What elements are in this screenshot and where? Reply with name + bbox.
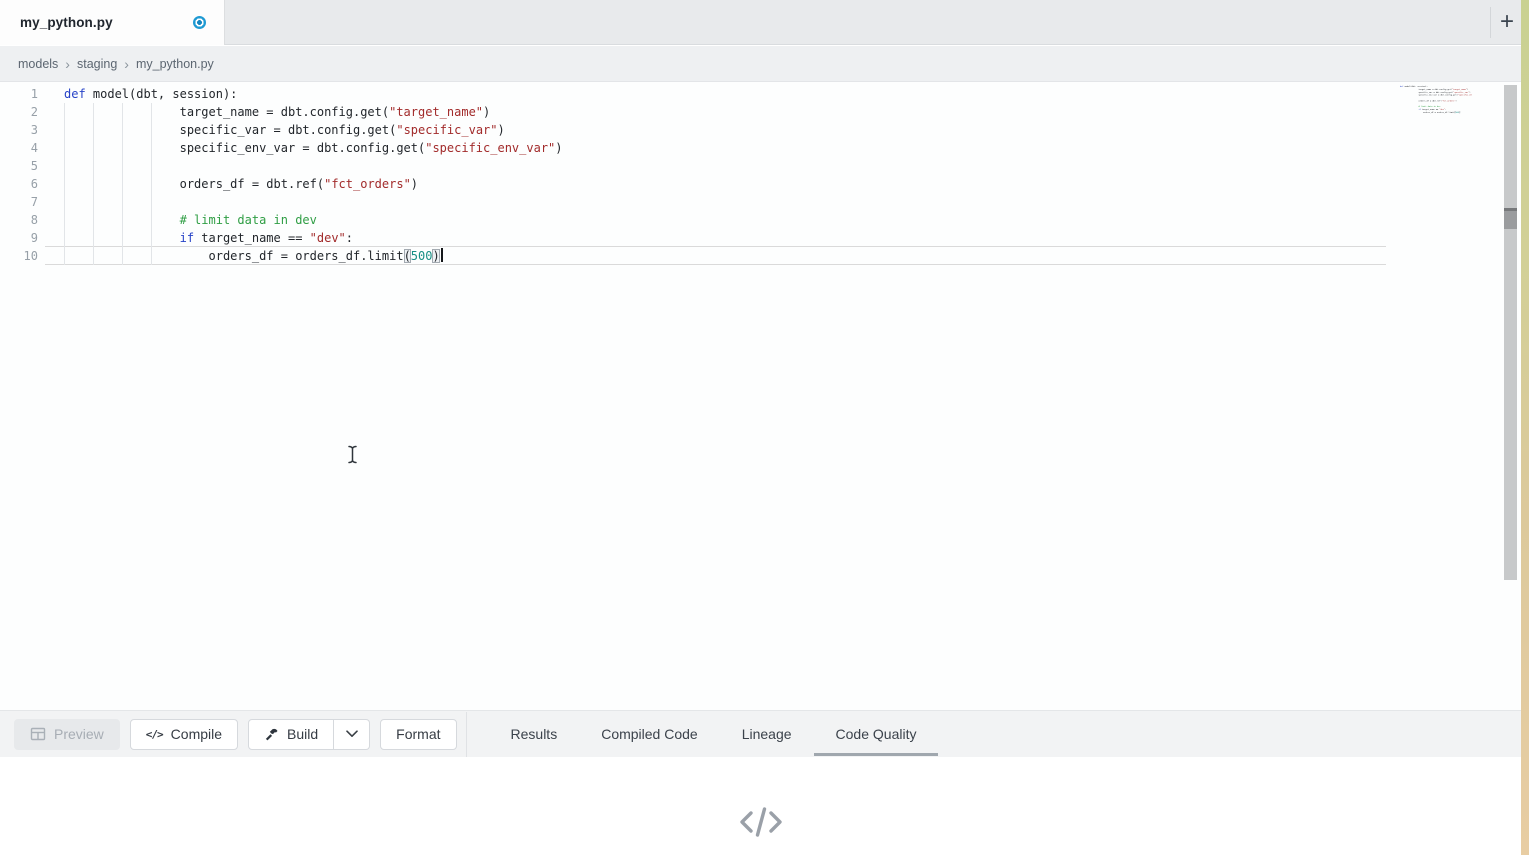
tab-results-label: Results [511, 726, 558, 742]
tab-my-python-py[interactable]: my_python.py [0, 0, 225, 45]
compile-button[interactable]: </> Compile [130, 719, 238, 750]
preview-button[interactable]: Preview [14, 719, 120, 750]
build-split-button: Build [248, 719, 370, 750]
breadcrumb: models › staging › my_python.py [0, 57, 214, 71]
code-line: orders_df = dbt.ref("fct_orders") [64, 175, 563, 193]
line-number: 1 [0, 85, 38, 103]
code-line: def model(dbt, session): [64, 85, 563, 103]
editor-scrollbar-thumb[interactable] [1504, 208, 1517, 229]
line-number: 2 [0, 103, 38, 121]
line-number: 3 [0, 121, 38, 139]
minimap-code: def model(dbt, session): target_name = d… [1400, 85, 1412, 114]
code-line: orders_df = orders_df.limit(500) [64, 247, 563, 265]
code-line: orders_df = orders_df.limit(500) [1400, 111, 1412, 114]
toolbar-divider [466, 712, 467, 757]
code-line: target_name = dbt.config.get("target_nam… [64, 103, 563, 121]
line-number-gutter: 12345678910 [0, 85, 38, 265]
unsaved-changes-dot-icon [193, 16, 206, 29]
code-editor[interactable]: 12345678910 def model(dbt, session): tar… [0, 82, 1521, 711]
code-slash-icon [738, 804, 784, 840]
tab-lineage[interactable]: Lineage [727, 711, 807, 757]
breadcrumb-models[interactable]: models [18, 57, 58, 71]
tab-results[interactable]: Results [496, 711, 573, 757]
code-line [64, 157, 563, 175]
code-line: if target_name == "dev": [64, 229, 563, 247]
format-button-label: Format [396, 726, 440, 742]
tab-lineage-label: Lineage [742, 726, 792, 742]
ide-screen: my_python.py + models › staging › my_pyt… [0, 0, 1529, 855]
line-number: 4 [0, 139, 38, 157]
line-number: 10 [0, 247, 38, 265]
build-button[interactable]: Build [248, 719, 334, 750]
tab-bar-divider [1490, 7, 1491, 38]
tab-compiled-code-label: Compiled Code [601, 726, 698, 742]
hammer-icon [264, 727, 279, 742]
code-brackets-icon: </> [146, 728, 163, 741]
code-line: specific_env_var = dbt.config.get("speci… [64, 139, 563, 157]
preview-button-label: Preview [54, 726, 104, 742]
results-panel [0, 757, 1521, 855]
chevron-down-icon [346, 730, 358, 738]
line-number: 5 [0, 157, 38, 175]
window-edge-strip [1521, 0, 1529, 855]
tab-code-quality[interactable]: Code Quality [821, 711, 932, 757]
code-line: specific_var = dbt.config.get("specific_… [64, 121, 563, 139]
text-caret [441, 248, 443, 262]
result-tabs: Results Compiled Code Lineage Code Quali… [489, 711, 939, 757]
line-number: 7 [0, 193, 38, 211]
line-number: 8 [0, 211, 38, 229]
new-tab-button[interactable]: + [1493, 5, 1521, 39]
breadcrumb-bar: models › staging › my_python.py Save [0, 46, 1521, 82]
code-line: orders_df = dbt.ref("fct_orders") [1400, 99, 1412, 102]
code-line: # limit data in dev [64, 211, 563, 229]
breadcrumb-staging[interactable]: staging [77, 57, 117, 71]
plus-icon: + [1500, 8, 1514, 36]
tab-code-quality-label: Code Quality [836, 726, 917, 742]
line-number: 9 [0, 229, 38, 247]
breadcrumb-file[interactable]: my_python.py [136, 57, 214, 71]
code-lines[interactable]: def model(dbt, session): target_name = d… [64, 85, 563, 265]
build-button-label: Build [287, 726, 318, 742]
tab-compiled-code[interactable]: Compiled Code [586, 711, 713, 757]
i-beam-cursor-icon [346, 445, 359, 469]
editor-scrollbar-track[interactable] [1504, 85, 1517, 580]
bottom-toolbar: Preview </> Compile Build [0, 710, 1521, 757]
file-tab-label: my_python.py [20, 15, 113, 30]
compile-button-label: Compile [171, 726, 222, 742]
chevron-right-icon: › [65, 57, 70, 71]
table-grid-icon [30, 726, 46, 742]
file-tab-bar: my_python.py + [0, 0, 1521, 45]
chevron-right-icon: › [124, 57, 129, 71]
build-menu-button[interactable] [334, 719, 370, 750]
minimap[interactable]: def model(dbt, session): target_name = d… [1400, 85, 1472, 115]
code-line [64, 193, 563, 211]
line-number: 6 [0, 175, 38, 193]
code-line: specific_env_var = dbt.config.get("speci… [1400, 94, 1412, 97]
format-button[interactable]: Format [380, 719, 456, 750]
